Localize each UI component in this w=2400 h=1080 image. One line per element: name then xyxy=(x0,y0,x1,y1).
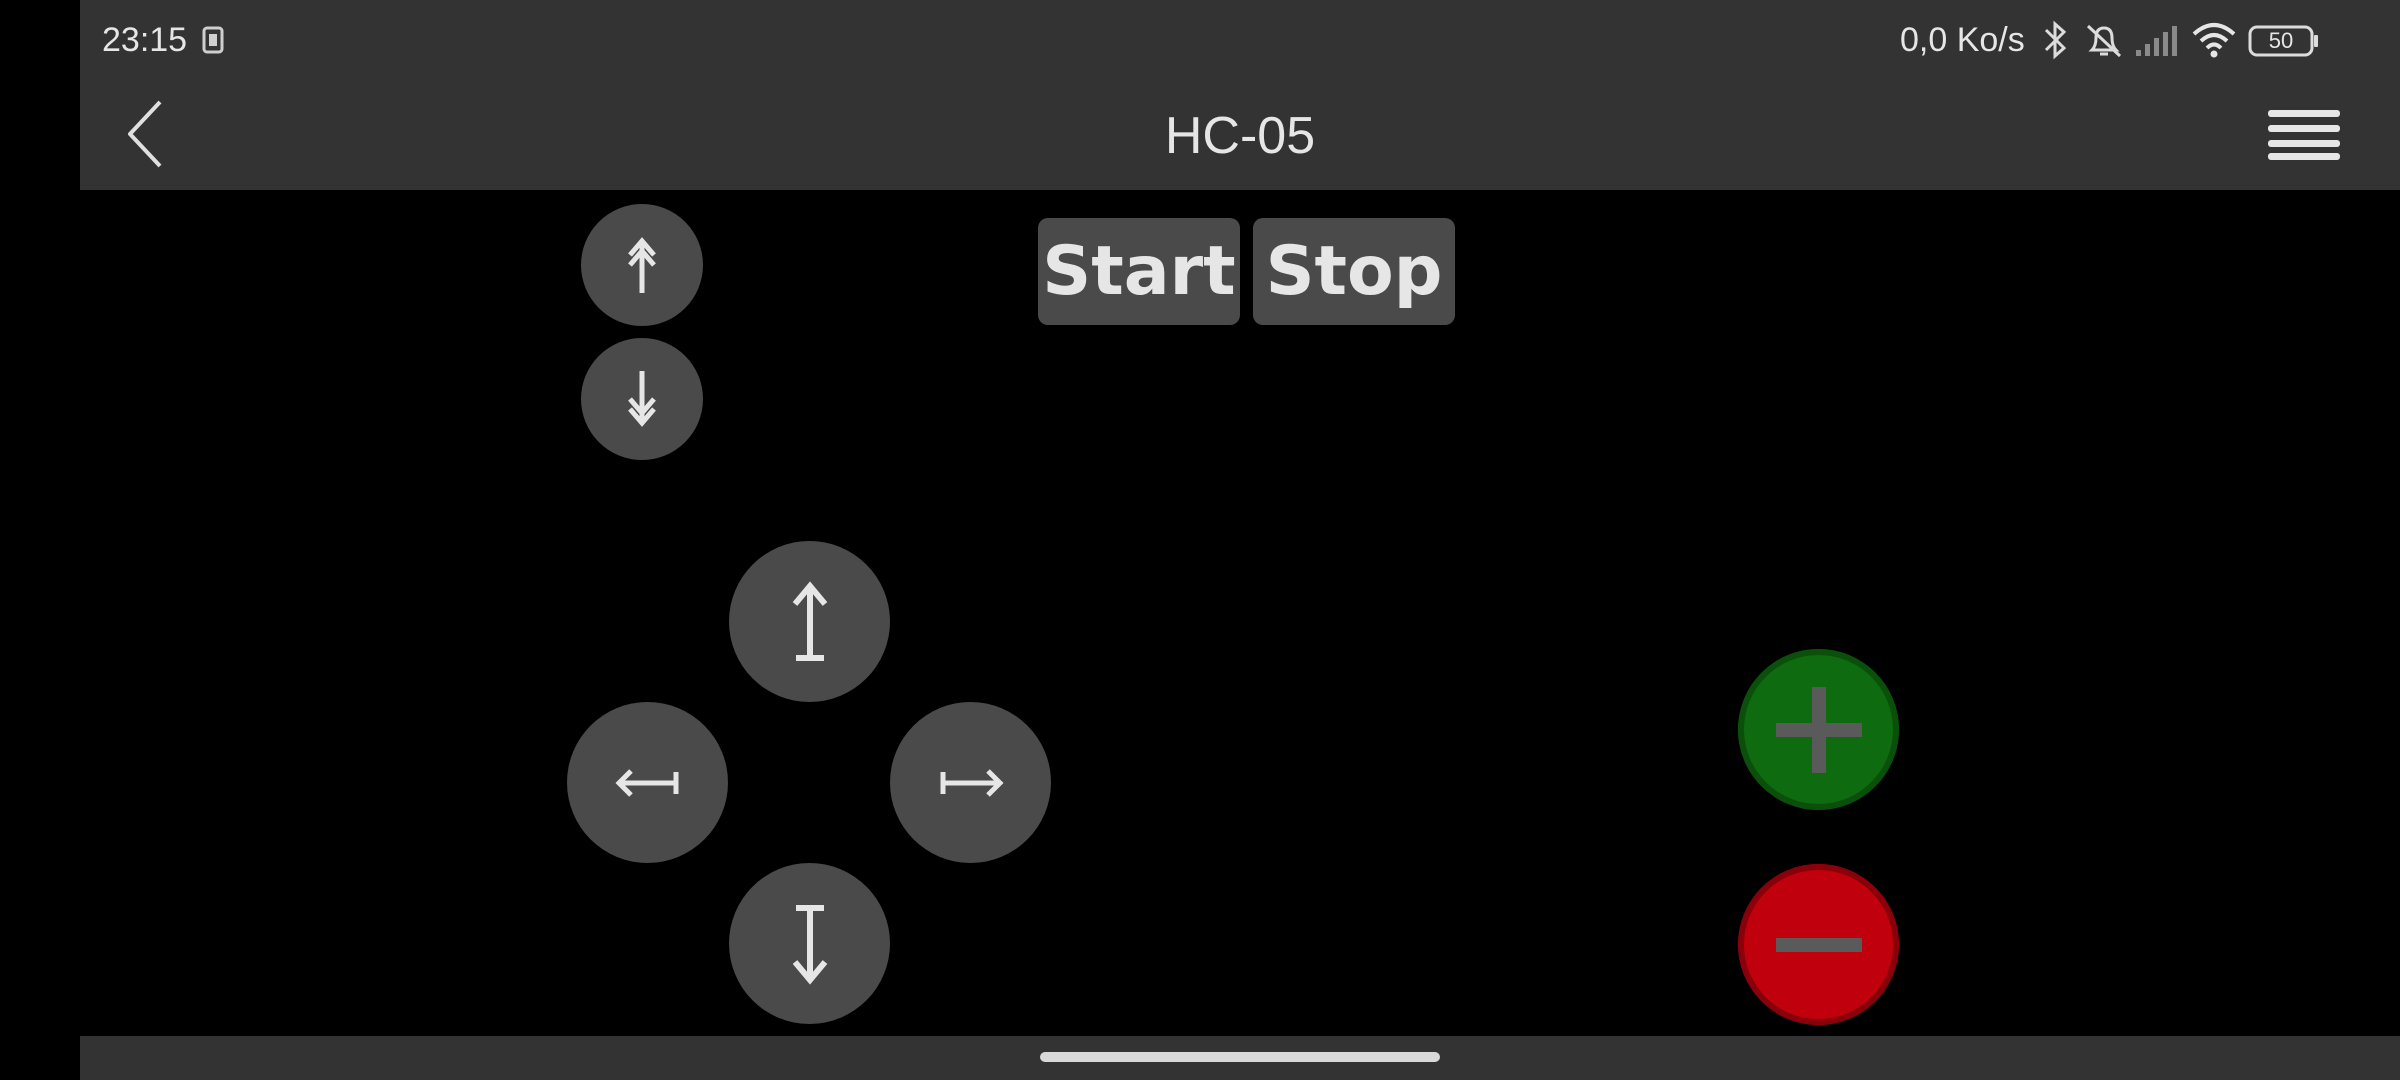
minus-icon xyxy=(1772,935,1866,955)
decrease-button[interactable] xyxy=(1738,864,1899,1025)
left-arrow-icon xyxy=(614,765,681,801)
right-button[interactable] xyxy=(890,702,1051,863)
fast-down-arrow-icon xyxy=(622,367,662,431)
start-button[interactable]: Start xyxy=(1038,218,1240,325)
stop-button[interactable]: Stop xyxy=(1253,218,1455,325)
navigation-bar xyxy=(80,1036,2400,1080)
fast-down-button[interactable] xyxy=(581,338,703,460)
status-bar: 23:15 0,0 Ko/s 50 xyxy=(80,0,2400,80)
status-time: 23:15 xyxy=(102,21,188,59)
fast-up-arrow-icon xyxy=(622,233,662,297)
increase-button[interactable] xyxy=(1738,649,1899,810)
left-button[interactable] xyxy=(567,702,728,863)
app-bar: HC-05 xyxy=(80,80,2400,190)
device-title: HC-05 xyxy=(1164,107,1316,165)
menu-button[interactable] xyxy=(2266,102,2342,168)
bluetooth-icon xyxy=(2040,20,2070,60)
up-arrow-icon xyxy=(785,580,835,664)
up-button[interactable] xyxy=(729,541,890,702)
notifications-off-icon xyxy=(2082,20,2126,62)
battery-level: 50 xyxy=(2268,28,2294,53)
signal-icon xyxy=(2134,24,2180,58)
menu-icon xyxy=(2266,102,2342,168)
down-button[interactable] xyxy=(729,863,890,1024)
network-speed: 0,0 Ko/s xyxy=(1900,21,2025,59)
back-icon xyxy=(116,98,188,170)
down-arrow-icon xyxy=(785,902,835,986)
wifi-icon xyxy=(2192,22,2236,58)
home-gesture-handle[interactable] xyxy=(1040,1052,1440,1062)
fast-up-button[interactable] xyxy=(581,204,703,326)
plus-icon xyxy=(1772,683,1866,777)
back-button[interactable] xyxy=(116,98,188,170)
sim-card-icon xyxy=(202,26,224,54)
right-arrow-icon xyxy=(938,765,1004,801)
